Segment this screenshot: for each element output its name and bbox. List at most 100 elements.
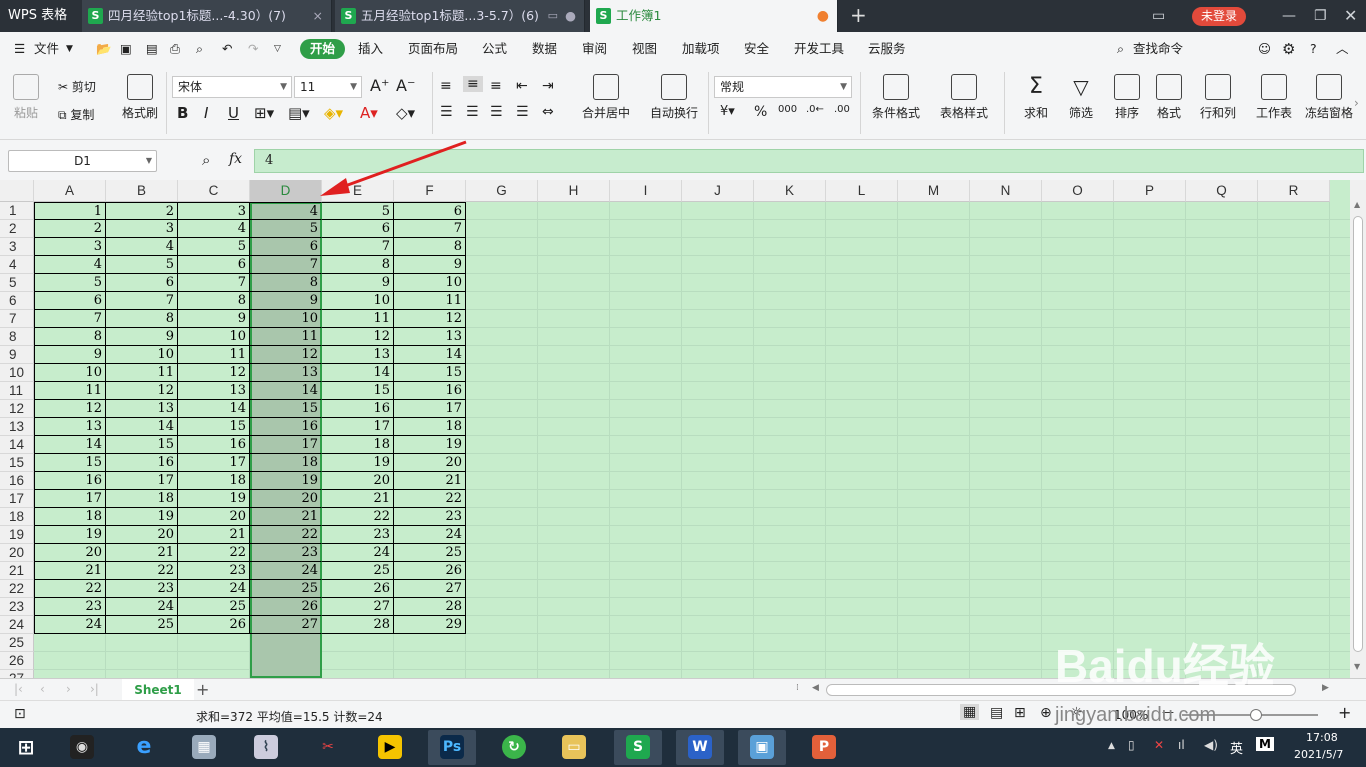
row-header-15[interactable]: 15 xyxy=(0,454,34,472)
cell-E11[interactable]: 15 xyxy=(322,382,394,400)
cell-C9[interactable]: 11 xyxy=(178,346,250,364)
column-header-I[interactable]: I xyxy=(610,180,682,202)
cell-A6[interactable]: 6 xyxy=(34,292,106,310)
percent-icon[interactable]: % xyxy=(754,104,767,120)
taskbar-app-player[interactable]: ▶ xyxy=(366,730,414,765)
cell-D8[interactable]: 11 xyxy=(250,328,322,346)
cell-F2[interactable]: 7 xyxy=(394,220,466,238)
cell-B7[interactable]: 8 xyxy=(106,310,178,328)
search-icon[interactable]: ⌕ xyxy=(1117,32,1124,66)
cell-D11[interactable]: 14 xyxy=(250,382,322,400)
cell-C21[interactable]: 23 xyxy=(178,562,250,580)
new-tab-button[interactable]: + xyxy=(850,0,867,30)
clock-date[interactable]: 2021/5/7 xyxy=(1294,748,1343,761)
border-icon[interactable]: ⊞▾ xyxy=(254,104,274,122)
cell-C19[interactable]: 21 xyxy=(178,526,250,544)
open-icon[interactable]: 📂 xyxy=(96,32,112,66)
row-header-12[interactable]: 12 xyxy=(0,400,34,418)
column-header-A[interactable]: A xyxy=(34,180,106,202)
taskbar-app-browser[interactable]: ↻ xyxy=(490,730,538,765)
feedback-icon[interactable]: ☺ xyxy=(1258,32,1271,66)
column-header-P[interactable]: P xyxy=(1114,180,1186,202)
cell-A7[interactable]: 7 xyxy=(34,310,106,328)
taskbar-app-audio[interactable]: ◉ xyxy=(58,730,106,765)
cell-A4[interactable]: 4 xyxy=(34,256,106,274)
cell-A10[interactable]: 10 xyxy=(34,364,106,382)
column-header-H[interactable]: H xyxy=(538,180,610,202)
align-top-icon[interactable]: ≡ xyxy=(440,78,452,94)
cell-F18[interactable]: 23 xyxy=(394,508,466,526)
cell-E9[interactable]: 13 xyxy=(322,346,394,364)
scroll-up-icon[interactable]: ▲ xyxy=(1354,200,1360,209)
indent-decrease-icon[interactable]: ⇤ xyxy=(516,78,528,94)
cell-F11[interactable]: 16 xyxy=(394,382,466,400)
cell-D19[interactable]: 22 xyxy=(250,526,322,544)
gear-icon[interactable]: ⚙ xyxy=(1282,32,1295,66)
cell-E13[interactable]: 17 xyxy=(322,418,394,436)
cell-D18[interactable]: 21 xyxy=(250,508,322,526)
cell-B17[interactable]: 18 xyxy=(106,490,178,508)
cell-B3[interactable]: 4 xyxy=(106,238,178,256)
cell-D14[interactable]: 17 xyxy=(250,436,322,454)
cell-B15[interactable]: 16 xyxy=(106,454,178,472)
cell-A1[interactable]: 1 xyxy=(34,202,106,220)
cell-C5[interactable]: 7 xyxy=(178,274,250,292)
cell-C13[interactable]: 15 xyxy=(178,418,250,436)
cell-E14[interactable]: 18 xyxy=(322,436,394,454)
select-all-corner[interactable] xyxy=(0,180,34,202)
macro-icon[interactable]: ⊡ xyxy=(14,706,26,722)
grow-font-icon[interactable]: A⁺ xyxy=(370,76,389,95)
zoom-in-icon[interactable]: + xyxy=(1338,703,1351,722)
underline-icon[interactable]: U xyxy=(228,104,239,122)
cell-D21[interactable]: 24 xyxy=(250,562,322,580)
vertical-scrollbar[interactable]: ▲ ▼ xyxy=(1350,180,1366,678)
cell-A9[interactable]: 9 xyxy=(34,346,106,364)
taskbar-app-calculator[interactable]: ▦ xyxy=(180,730,228,765)
wrap-text-button[interactable]: 自动换行 xyxy=(644,74,704,121)
cell-A17[interactable]: 17 xyxy=(34,490,106,508)
copy-button[interactable]: ⧉ 复制 xyxy=(58,106,94,123)
cell-C12[interactable]: 14 xyxy=(178,400,250,418)
cell-D3[interactable]: 6 xyxy=(250,238,322,256)
taskbar-app-ie[interactable]: e xyxy=(120,730,168,765)
taskbar-app-explorer[interactable]: ▭ xyxy=(550,730,598,765)
cell-B8[interactable]: 9 xyxy=(106,328,178,346)
table-style-button[interactable]: 表格样式 xyxy=(934,74,994,121)
cell-C17[interactable]: 19 xyxy=(178,490,250,508)
cell-D20[interactable]: 23 xyxy=(250,544,322,562)
pdf-icon[interactable]: ▤ xyxy=(146,32,158,66)
cell-F22[interactable]: 27 xyxy=(394,580,466,598)
start-button[interactable]: ⊞ xyxy=(2,730,50,765)
font-size-select[interactable]: 11 ▼ xyxy=(294,76,362,98)
thousands-icon[interactable]: 000 xyxy=(778,104,797,115)
cell-F8[interactable]: 13 xyxy=(394,328,466,346)
row-header-13[interactable]: 13 xyxy=(0,418,34,436)
cell-C3[interactable]: 5 xyxy=(178,238,250,256)
unsaved-dot-icon[interactable]: ● xyxy=(817,0,829,32)
taskbar-app-wps-writer[interactable]: W xyxy=(676,730,724,765)
row-header-5[interactable]: 5 xyxy=(0,274,34,292)
taskbar-app-photos[interactable]: ▣ xyxy=(738,730,786,765)
cell-D23[interactable]: 26 xyxy=(250,598,322,616)
redo-icon[interactable]: ↷ xyxy=(248,32,258,66)
cell-A12[interactable]: 12 xyxy=(34,400,106,418)
last-sheet-icon[interactable]: ›| xyxy=(90,682,99,696)
cell-F9[interactable]: 14 xyxy=(394,346,466,364)
row-header-21[interactable]: 21 xyxy=(0,562,34,580)
next-sheet-icon[interactable]: › xyxy=(66,682,71,696)
distributed-icon[interactable]: ⇔ xyxy=(542,104,554,120)
cell-D9[interactable]: 12 xyxy=(250,346,322,364)
cell-D24[interactable]: 27 xyxy=(250,616,322,634)
hsplit-icon[interactable]: ⁞ xyxy=(796,683,799,693)
cell-A23[interactable]: 23 xyxy=(34,598,106,616)
cell-C23[interactable]: 25 xyxy=(178,598,250,616)
cell-B10[interactable]: 11 xyxy=(106,364,178,382)
fx-icon[interactable]: fx xyxy=(229,151,242,167)
restore-icon[interactable]: ❐ xyxy=(1314,0,1327,32)
cell-C4[interactable]: 6 xyxy=(178,256,250,274)
row-header-27[interactable]: 27 xyxy=(0,670,34,678)
cell-E7[interactable]: 11 xyxy=(322,310,394,328)
row-header-6[interactable]: 6 xyxy=(0,292,34,310)
chevron-down-icon[interactable]: ▽ xyxy=(274,32,281,66)
cell-A20[interactable]: 20 xyxy=(34,544,106,562)
